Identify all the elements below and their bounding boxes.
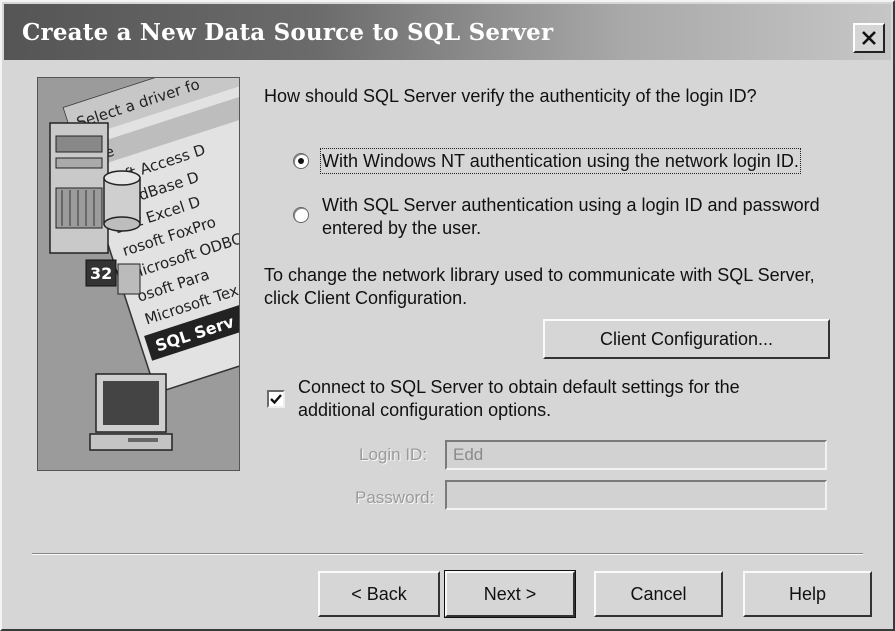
help-button[interactable]: Help <box>743 571 872 617</box>
connect-to-server-label-line2[interactable]: additional configuration options. <box>298 399 551 421</box>
network-library-text-line2: click Client Configuration. <box>264 288 468 308</box>
database-icon <box>103 170 141 232</box>
auth-question: How should SQL Server verify the authent… <box>264 86 757 106</box>
connect-to-server-checkbox[interactable] <box>267 390 285 408</box>
dialog-window: Create a New Data Source to SQL Server S… <box>0 0 895 631</box>
back-button[interactable]: < Back <box>318 571 440 617</box>
window-title: Create a New Data Source to SQL Server <box>22 18 554 46</box>
wizard-illustration: Select a driver fo me osoft Access D sof… <box>37 77 240 471</box>
sql-server-auth-label-line2[interactable]: entered by the user. <box>322 217 481 239</box>
32-bit-badge-icon: 32 <box>85 259 141 295</box>
windows-nt-auth-label[interactable]: With Windows NT authentication using the… <box>320 148 801 174</box>
next-button[interactable]: Next > <box>444 570 576 618</box>
computer-monitor-icon <box>89 373 173 451</box>
separator-line <box>32 553 863 555</box>
login-id-field[interactable]: Edd <box>445 440 827 470</box>
password-label: Password: <box>355 488 435 507</box>
connect-to-server-label-line1[interactable]: Connect to SQL Server to obtain default … <box>298 376 740 398</box>
network-library-text-line1: To change the network library used to co… <box>264 265 815 285</box>
login-id-label: Login ID: <box>359 445 428 464</box>
sql-server-auth-label-line1[interactable]: With SQL Server authentication using a l… <box>322 194 820 216</box>
close-button[interactable] <box>853 23 885 53</box>
illus-badge: 32 <box>90 264 112 283</box>
server-tower-icon <box>49 122 109 254</box>
checkmark-icon <box>270 394 282 405</box>
title-bar[interactable]: Create a New Data Source to SQL Server <box>4 4 891 60</box>
windows-nt-auth-radio[interactable] <box>293 153 309 169</box>
close-icon <box>862 31 876 45</box>
cancel-button[interactable]: Cancel <box>594 571 723 617</box>
sql-server-auth-radio[interactable] <box>293 207 309 223</box>
password-field[interactable] <box>445 480 827 510</box>
client-configuration-button[interactable]: Client Configuration... <box>543 319 830 359</box>
wizard-illustration-art: Select a driver fo me osoft Access D sof… <box>49 78 239 451</box>
